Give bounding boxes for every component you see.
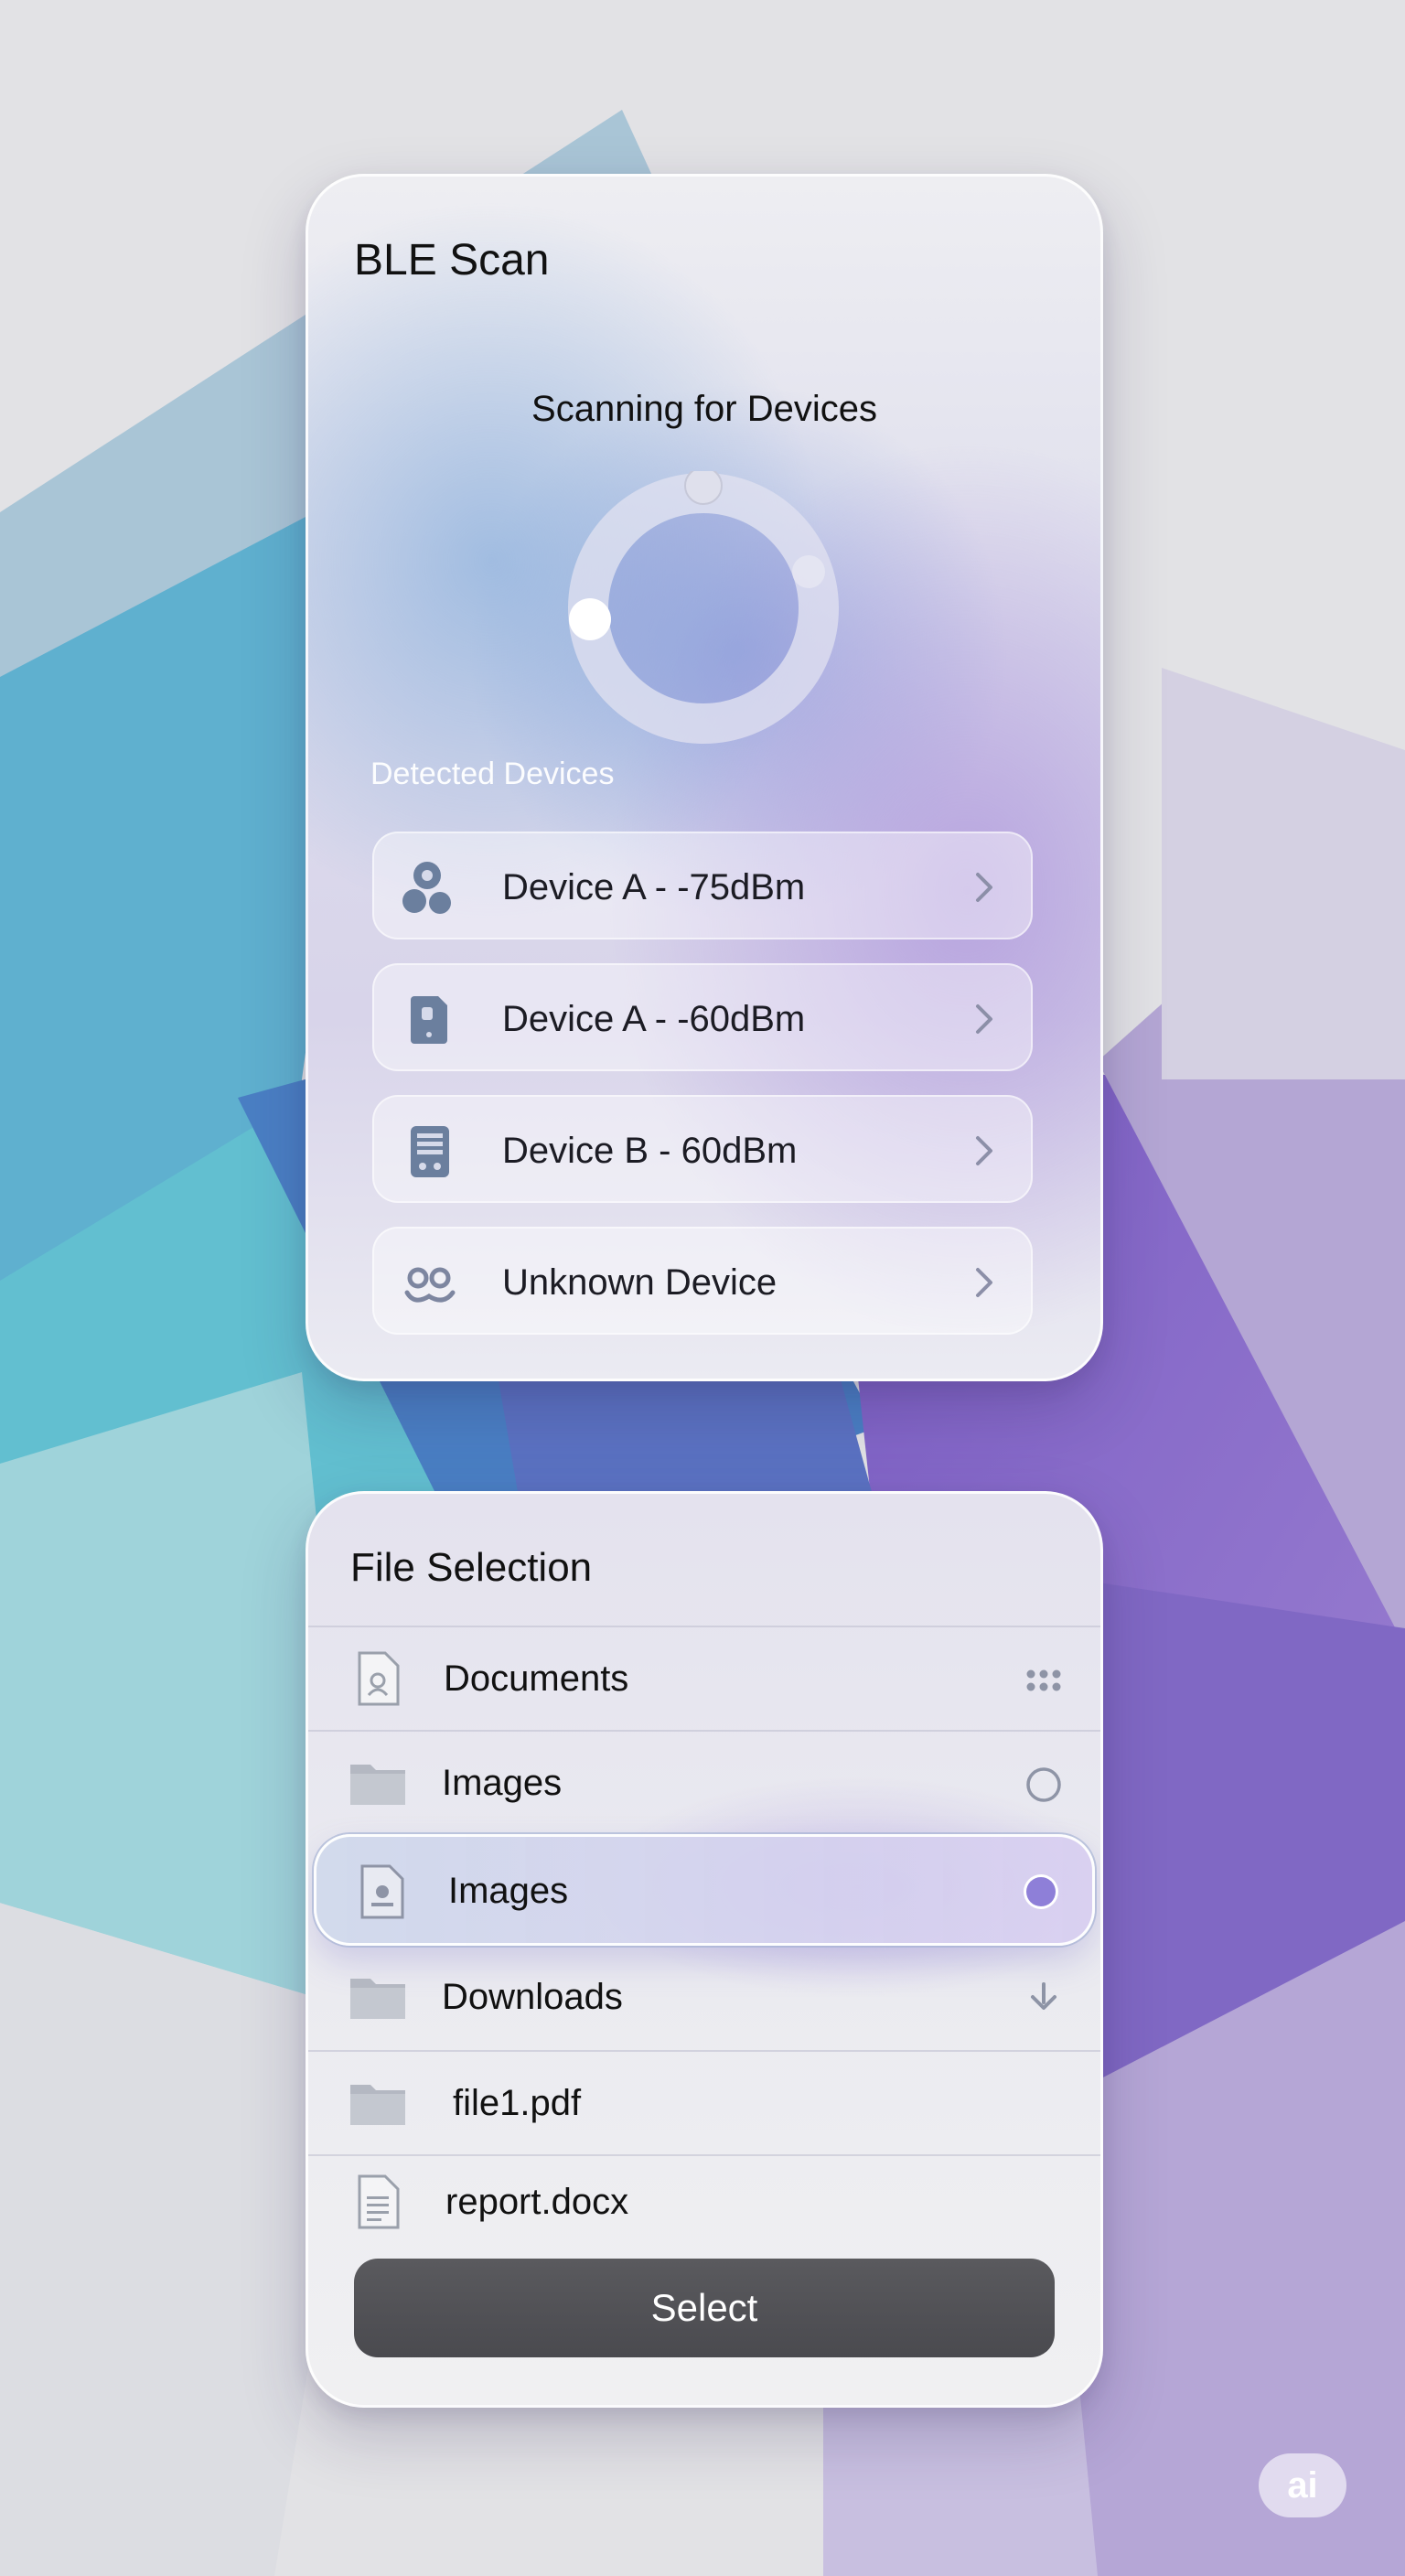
device-label: Unknown Device bbox=[502, 1262, 778, 1303]
folder-icon bbox=[350, 2085, 405, 2125]
folder-icon bbox=[350, 1979, 405, 2019]
file-row-images-selected[interactable]: Images bbox=[314, 1834, 1095, 1946]
device-row[interactable]: Device B - 60dBm bbox=[372, 1095, 1033, 1203]
device-label: Device A - -60dBm bbox=[502, 999, 806, 1039]
spinner-dot-left bbox=[569, 598, 611, 640]
phone-icon bbox=[411, 996, 447, 1044]
scan-status-title: Scanning for Devices bbox=[531, 389, 877, 429]
document-icon bbox=[358, 1651, 400, 1706]
file-selection-title: File Selection bbox=[350, 1545, 593, 1590]
tablet-icon bbox=[411, 1126, 449, 1177]
spinner-dot-top bbox=[684, 471, 723, 505]
select-button[interactable]: Select bbox=[354, 2259, 1055, 2357]
device-row[interactable]: Device A - -75dBm bbox=[372, 832, 1033, 939]
file-label: file1.pdf bbox=[453, 2083, 582, 2123]
radio-filled-icon[interactable] bbox=[1021, 1872, 1061, 1912]
chevron-right-icon bbox=[976, 1004, 992, 1034]
chevron-right-icon bbox=[976, 1268, 992, 1297]
device-label: Device B - 60dBm bbox=[502, 1131, 798, 1171]
grid-dots-icon[interactable] bbox=[1024, 1660, 1064, 1701]
ble-title: BLE Scan bbox=[354, 236, 550, 284]
text-file-icon bbox=[358, 2174, 400, 2229]
bluetooth-cluster-icon bbox=[402, 862, 451, 914]
ai-watermark-badge: ai bbox=[1259, 2453, 1346, 2517]
chevron-right-icon bbox=[976, 873, 992, 902]
device-label: Device A - -75dBm bbox=[502, 867, 806, 907]
scanning-spinner bbox=[568, 471, 839, 744]
detected-devices-label: Detected Devices bbox=[370, 757, 615, 791]
ble-scan-card: BLE Scan Scanning for Devices Detected D… bbox=[306, 174, 1103, 1381]
file-selection-card: File Selection Documents Images Images D… bbox=[306, 1491, 1103, 2408]
chevron-right-icon bbox=[976, 1136, 992, 1165]
file-row-file1[interactable]: file1.pdf bbox=[308, 2050, 1100, 2154]
file-label: report.docx bbox=[445, 2182, 629, 2222]
file-label: Documents bbox=[444, 1658, 629, 1699]
unknown-device-icon bbox=[404, 1267, 456, 1303]
file-row-downloads[interactable]: Downloads bbox=[308, 1946, 1100, 2050]
file-row-documents[interactable]: Documents bbox=[308, 1626, 1100, 1730]
folder-icon bbox=[350, 1765, 405, 1805]
device-row[interactable]: Unknown Device bbox=[372, 1227, 1033, 1335]
spinner-dot-right bbox=[792, 555, 825, 588]
image-file-icon bbox=[360, 1864, 404, 1919]
radio-empty-icon[interactable] bbox=[1024, 1765, 1064, 1805]
file-label: Downloads bbox=[442, 1977, 623, 2017]
file-row-images[interactable]: Images bbox=[308, 1730, 1100, 1834]
download-icon[interactable] bbox=[1024, 1979, 1064, 2019]
file-label: Images bbox=[442, 1763, 563, 1803]
file-label: Images bbox=[448, 1871, 569, 1911]
file-row-report[interactable]: report.docx bbox=[308, 2154, 1100, 2259]
device-row[interactable]: Device A - -60dBm bbox=[372, 963, 1033, 1071]
